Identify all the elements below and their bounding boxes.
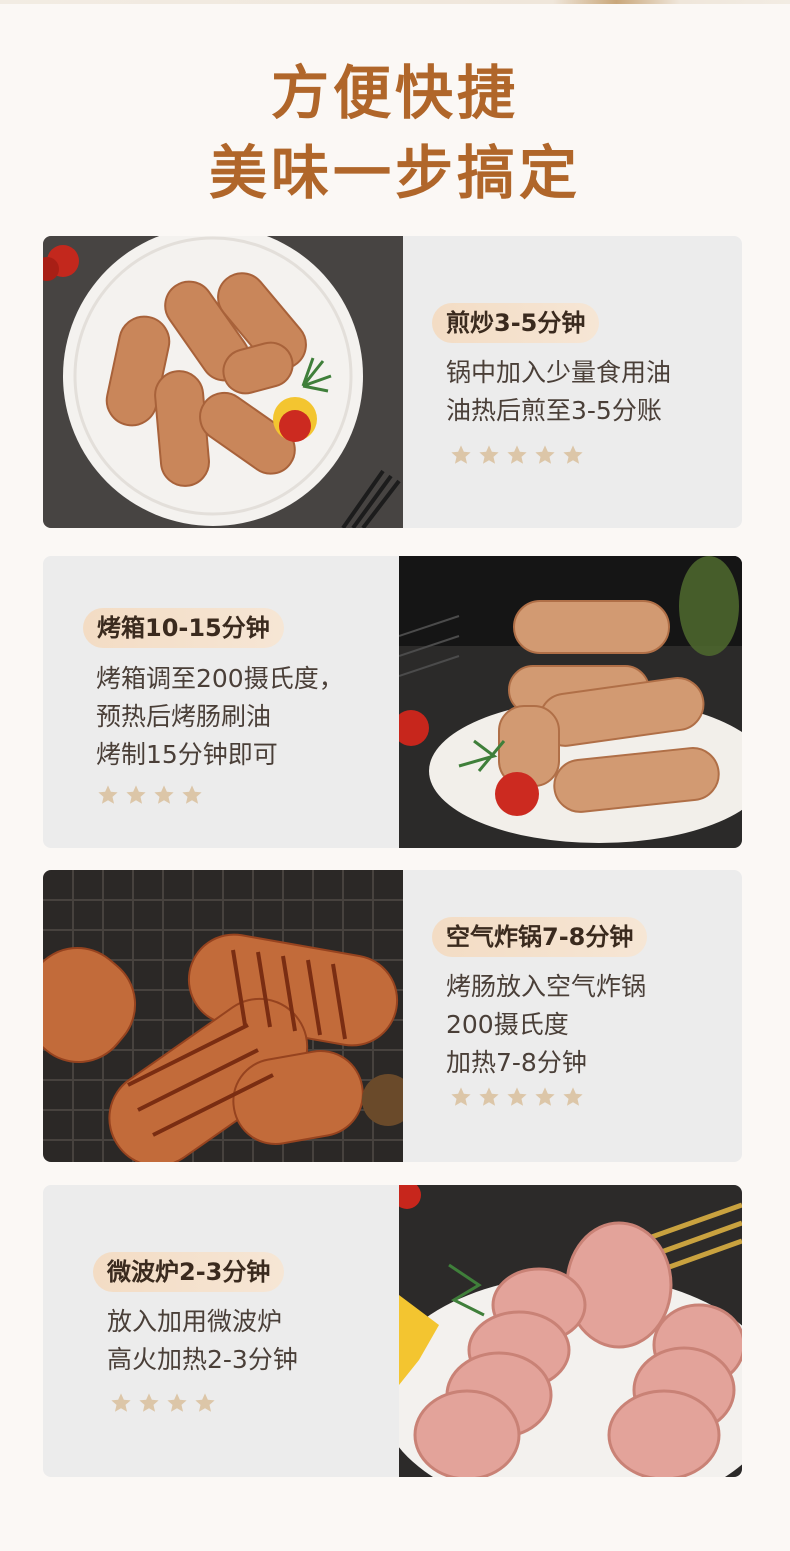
method-card-air-fryer: 空气炸锅7-8分钟 烤肠放入空气炸锅 200摄氏度 加热7-8分钟 bbox=[43, 870, 742, 1162]
star-icon bbox=[450, 1086, 472, 1108]
star-icon bbox=[153, 784, 175, 806]
headline-line-1: 方便快捷 bbox=[270, 59, 519, 127]
method-card-oven: 烤箱10-15分钟 烤箱调至200摄氏度， 预热后烤肠刷油 烤制15分钟即可 bbox=[43, 556, 742, 848]
air-fryer-title-badge: 空气炸锅7-8分钟 bbox=[432, 917, 648, 957]
oven-text-panel: 烤箱10-15分钟 烤箱调至200摄氏度， 预热后烤肠刷油 烤制15分钟即可 bbox=[43, 556, 399, 848]
microwave-title-badge: 微波炉2-3分钟 bbox=[93, 1252, 285, 1292]
oven-description-line: 烤制15分钟即可 bbox=[96, 740, 278, 769]
air-fryer-star-rating bbox=[450, 1086, 590, 1108]
pan-fry-title-badge: 煎炒3-5分钟 bbox=[432, 303, 600, 343]
air-fryer-description-line: 加热7-8分钟 bbox=[446, 1048, 587, 1077]
star-icon bbox=[534, 444, 556, 466]
air-fryer-text-panel: 空气炸锅7-8分钟 烤肠放入空气炸锅 200摄氏度 加热7-8分钟 bbox=[403, 870, 742, 1162]
star-icon bbox=[194, 1392, 216, 1414]
oven-description-line: 烤箱调至200摄氏度， bbox=[96, 664, 344, 693]
star-icon bbox=[166, 1392, 188, 1414]
oven-description: 烤箱调至200摄氏度， 预热后烤肠刷油 烤制15分钟即可 bbox=[96, 660, 344, 774]
star-icon bbox=[478, 1086, 500, 1108]
star-icon bbox=[506, 1086, 528, 1108]
star-icon bbox=[562, 444, 584, 466]
oven-title-badge: 烤箱10-15分钟 bbox=[83, 608, 284, 648]
star-icon bbox=[478, 444, 500, 466]
microwave-description: 放入加用微波炉 高火加热2-3分钟 bbox=[107, 1303, 298, 1379]
sliced-sausage-photo bbox=[399, 1185, 742, 1477]
star-icon bbox=[125, 784, 147, 806]
star-icon bbox=[534, 1086, 556, 1108]
method-card-pan-fry: 煎炒3-5分钟 锅中加入少量食用油 油热后煎至3-5分账 bbox=[43, 236, 742, 528]
air-fryer-description: 烤肠放入空气炸锅 200摄氏度 加热7-8分钟 bbox=[446, 968, 646, 1082]
top-decorative-line bbox=[0, 0, 790, 4]
pan-fry-text-panel: 煎炒3-5分钟 锅中加入少量食用油 油热后煎至3-5分账 bbox=[403, 236, 742, 528]
headline-line-2: 美味一步搞定 bbox=[208, 139, 581, 207]
oven-baked-sausage-photo bbox=[399, 556, 742, 848]
air-fried-sausage-photo bbox=[43, 870, 403, 1162]
method-card-microwave: 微波炉2-3分钟 放入加用微波炉 高火加热2-3分钟 bbox=[43, 1185, 742, 1477]
pan-fried-sausage-photo bbox=[43, 236, 403, 528]
star-icon bbox=[506, 444, 528, 466]
microwave-star-rating bbox=[110, 1392, 222, 1414]
air-fryer-description-line: 200摄氏度 bbox=[446, 1010, 569, 1039]
air-fryer-description-line: 烤肠放入空气炸锅 bbox=[446, 972, 647, 1001]
star-icon bbox=[450, 444, 472, 466]
microwave-text-panel: 微波炉2-3分钟 放入加用微波炉 高火加热2-3分钟 bbox=[43, 1185, 399, 1477]
microwave-description-line: 放入加用微波炉 bbox=[107, 1307, 283, 1336]
pan-fry-star-rating bbox=[450, 444, 590, 466]
oven-star-rating bbox=[97, 784, 209, 806]
star-icon bbox=[110, 1392, 132, 1414]
microwave-description-line: 高火加热2-3分钟 bbox=[107, 1345, 298, 1374]
pan-fry-description-line: 锅中加入少量食用油 bbox=[446, 358, 672, 387]
star-icon bbox=[138, 1392, 160, 1414]
star-icon bbox=[181, 784, 203, 806]
pan-fry-description: 锅中加入少量食用油 油热后煎至3-5分账 bbox=[446, 354, 671, 430]
oven-description-line: 预热后烤肠刷油 bbox=[96, 702, 272, 731]
star-icon bbox=[562, 1086, 584, 1108]
pan-fry-description-line: 油热后煎至3-5分账 bbox=[446, 396, 662, 425]
star-icon bbox=[97, 784, 119, 806]
